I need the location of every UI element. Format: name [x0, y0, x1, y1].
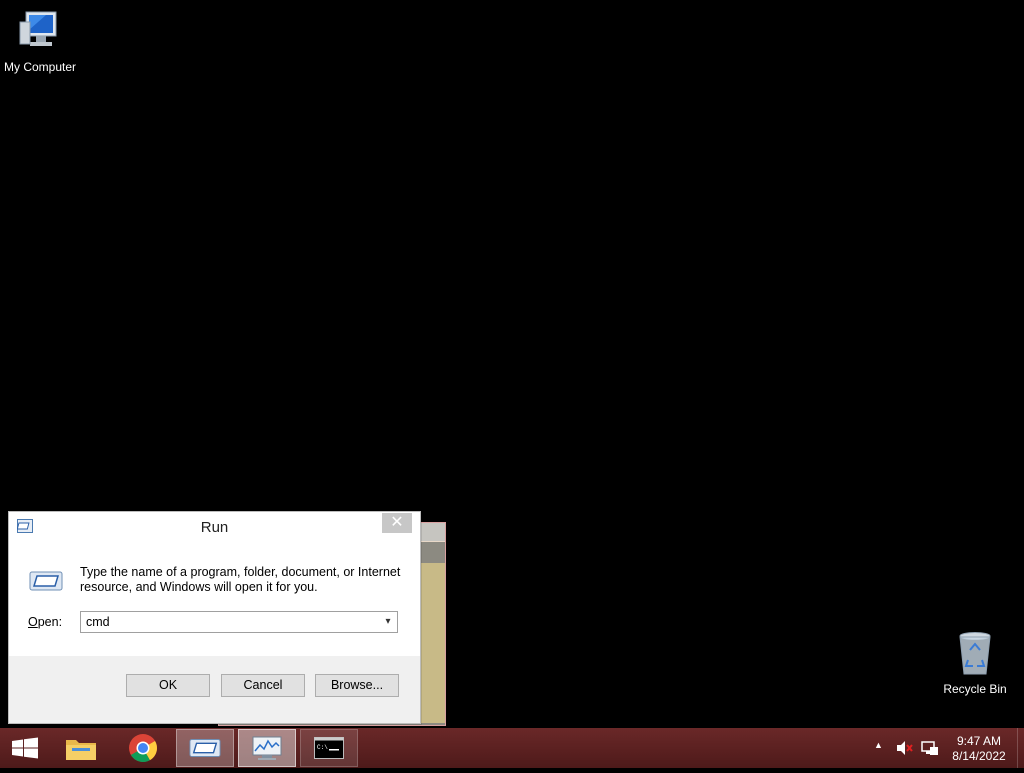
windows-logo-icon: [12, 737, 38, 759]
network-icon[interactable]: [921, 740, 939, 761]
start-button[interactable]: [0, 728, 50, 768]
ok-button[interactable]: OK: [126, 674, 210, 697]
open-combobox[interactable]: cmd ▾: [80, 611, 398, 633]
resource-monitor-icon: [252, 736, 282, 760]
clock[interactable]: 9:47 AM 8/14/2022: [946, 734, 1012, 764]
close-icon: ✕: [390, 514, 404, 531]
taskbar-resource-monitor[interactable]: [238, 729, 296, 767]
recycle-bin-desktop-icon[interactable]: Recycle Bin: [935, 630, 1015, 696]
run-title-bar[interactable]: Run ✕: [9, 512, 420, 542]
run-body: Type the name of a program, folder, docu…: [9, 542, 420, 656]
volume-muted-icon[interactable]: [896, 740, 914, 761]
run-footer: OK Cancel Browse...: [9, 656, 420, 723]
show-hidden-icons-icon[interactable]: ▲: [874, 740, 883, 750]
taskbar-chrome[interactable]: [114, 729, 172, 767]
run-icon: [189, 739, 221, 757]
computer-icon: [16, 8, 64, 56]
open-input[interactable]: cmd: [86, 615, 110, 629]
cmd-icon: C:\: [314, 737, 344, 759]
browse-button[interactable]: Browse...: [315, 674, 399, 697]
folder-icon: [66, 740, 96, 760]
run-dialog: Run ✕ Type the name of a program, folder…: [8, 511, 421, 724]
cancel-button[interactable]: Cancel: [221, 674, 305, 697]
my-computer-label: My Computer: [3, 60, 77, 74]
taskbar-command-prompt[interactable]: C:\: [300, 729, 358, 767]
run-description: Type the name of a program, folder, docu…: [80, 565, 401, 594]
taskbar-run[interactable]: [176, 729, 234, 767]
taskbar-file-explorer[interactable]: [52, 729, 110, 767]
recycle-bin-label: Recycle Bin: [943, 682, 1007, 696]
run-title: Run: [200, 519, 229, 536]
taskbar: C:\ ▲ 9:47 AM 8/14/2022: [0, 728, 1024, 768]
show-desktop-button[interactable]: [1017, 728, 1024, 768]
chrome-icon: [129, 734, 157, 762]
clock-date: 8/14/2022: [952, 749, 1006, 763]
clock-time: 9:47 AM: [956, 734, 1002, 748]
open-label: Open:: [28, 615, 63, 629]
chevron-down-icon[interactable]: ▾: [379, 612, 397, 632]
recycle-bin-icon: [951, 630, 999, 678]
my-computer-desktop-icon[interactable]: My Computer: [0, 8, 80, 74]
svg-text:C:\: C:\: [317, 744, 328, 751]
close-button[interactable]: ✕: [382, 513, 412, 533]
run-large-icon: [29, 570, 63, 597]
